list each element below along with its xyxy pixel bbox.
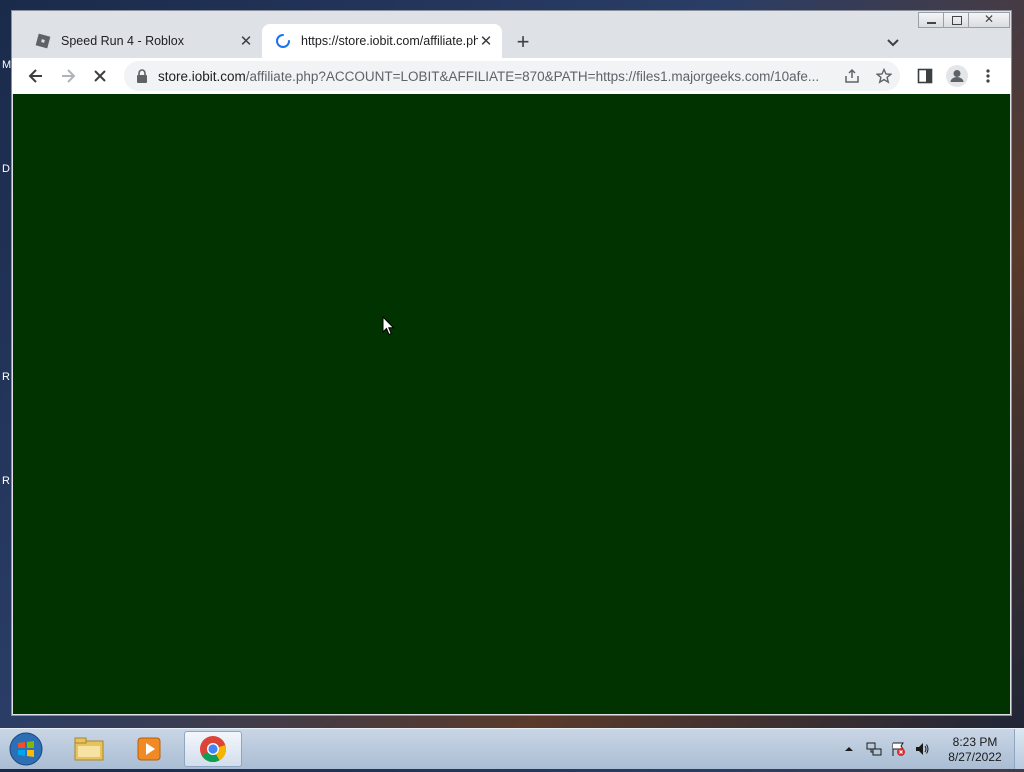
file-explorer-icon (74, 737, 104, 761)
show-hidden-icons-icon[interactable] (843, 743, 855, 755)
close-tab-button[interactable]: ✕ (478, 33, 494, 50)
more-vert-icon[interactable] (980, 68, 996, 84)
desktop-icon-label: M (2, 59, 12, 71)
loading-spinner-icon (276, 34, 290, 48)
clock-time: 8:23 PM (952, 735, 998, 749)
restore-button[interactable] (943, 12, 969, 28)
person-icon (950, 70, 964, 82)
stop-loading-button[interactable] (88, 64, 112, 88)
tab-roblox[interactable]: Speed Run 4 - Roblox ✕ (22, 24, 262, 58)
bookmark-star-icon[interactable] (876, 68, 892, 84)
new-tab-button[interactable]: + (512, 29, 534, 54)
action-center-flag-icon[interactable] (890, 741, 906, 757)
tab-title: https://store.iobit.com/affiliate.ph (301, 34, 479, 48)
address-bar[interactable]: store.iobit.com/affiliate.php?ACCOUNT=LO… (124, 61, 900, 91)
stop-icon (94, 70, 106, 82)
windows-taskbar: 8:23 PM 8/27/2022 (0, 728, 1024, 769)
media-player-icon (137, 737, 161, 761)
taskbar-chrome[interactable] (184, 731, 242, 767)
back-button[interactable] (24, 64, 48, 88)
windows-logo-icon (9, 732, 43, 766)
tab-strip: Speed Run 4 - Roblox ✕ https://store.iob… (12, 11, 1011, 58)
forward-button[interactable] (56, 64, 80, 88)
network-icon[interactable] (866, 741, 882, 757)
desktop-icon-label: R (2, 475, 10, 487)
url-path: /affiliate.php?ACCOUNT=LOBIT&AFFILIATE=8… (245, 68, 820, 84)
browser-window: Speed Run 4 - Roblox ✕ https://store.iob… (11, 10, 1012, 716)
desktop-icon-label: D (2, 163, 10, 175)
browser-toolbar: store.iobit.com/affiliate.php?ACCOUNT=LO… (12, 58, 1011, 94)
tab-title: Speed Run 4 - Roblox (61, 34, 184, 48)
minimize-button[interactable] (918, 12, 944, 28)
system-clock[interactable]: 8:23 PM 8/27/2022 (940, 735, 1010, 765)
show-desktop-button[interactable] (1014, 729, 1024, 769)
lock-icon[interactable] (136, 69, 148, 83)
clock-date: 8/27/2022 (948, 750, 1002, 764)
volume-icon[interactable] (914, 741, 930, 757)
mouse-cursor-icon (382, 316, 395, 336)
taskbar-file-explorer[interactable] (60, 731, 118, 767)
close-window-button[interactable]: ✕ (968, 12, 1010, 28)
chevron-down-icon[interactable] (884, 33, 902, 51)
side-panel-icon[interactable] (917, 68, 933, 84)
chrome-icon (200, 736, 227, 763)
page-content[interactable] (13, 94, 1010, 714)
taskbar-media-player[interactable] (120, 731, 178, 767)
url-host: store.iobit.com (158, 68, 246, 84)
share-icon[interactable] (844, 68, 860, 84)
arrow-left-icon (28, 69, 42, 83)
close-tab-button[interactable]: ✕ (238, 33, 254, 50)
start-button[interactable] (6, 731, 46, 767)
roblox-icon (35, 33, 51, 49)
profile-avatar-button[interactable] (946, 65, 968, 87)
desktop-icon-label: R (2, 371, 10, 383)
url-text[interactable]: store.iobit.com/affiliate.php?ACCOUNT=LO… (158, 69, 838, 84)
arrow-right-icon (62, 69, 76, 83)
tab-iobit[interactable]: https://store.iobit.com/affiliate.ph ✕ (262, 24, 502, 58)
